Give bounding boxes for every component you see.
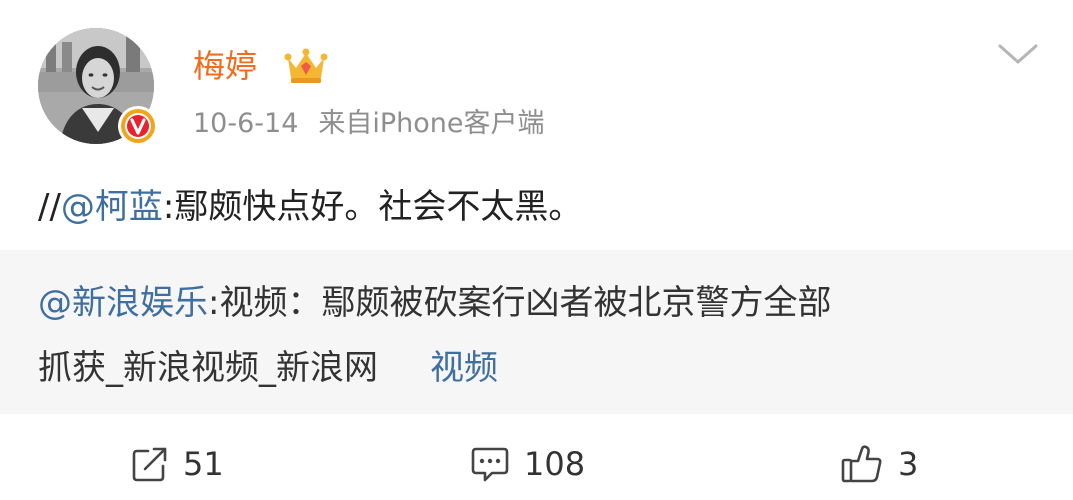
repost-line-2: 抓获_新浪视频_新浪网 视频 xyxy=(38,345,498,391)
repost-line-1: @新浪娱乐:视频：鄢颇被砍案行凶者被北京警方全部 xyxy=(38,280,831,326)
verified-badge xyxy=(118,106,158,146)
vip-crown-icon[interactable] xyxy=(283,44,329,86)
post-body: //@柯蓝:鄢颇快点好。社会不太黑。 xyxy=(38,184,582,230)
post-source: 来自iPhone客户端 xyxy=(318,108,545,139)
action-bar: 51 108 3 xyxy=(0,436,1073,492)
repost-count: 51 xyxy=(183,445,224,483)
repost-prefix: // xyxy=(38,187,61,227)
repost-text-line-1: :视频：鄢颇被砍案行凶者被北京警方全部 xyxy=(208,283,832,323)
comment-count: 108 xyxy=(524,445,586,483)
post-body-text: :鄢颇快点好。社会不太黑。 xyxy=(162,187,583,227)
reposted-content[interactable]: @新浪娱乐:视频：鄢颇被砍案行凶者被北京警方全部 抓获_新浪视频_新浪网 视频 xyxy=(0,250,1073,414)
username[interactable]: 梅婷 xyxy=(193,44,257,88)
weibo-post: 梅婷 10-6-14 来自iPhone客户端 //@柯蓝:鄢颇快点好。社会不太黑。… xyxy=(0,0,1073,500)
repost-text-line-2: 抓获_新浪视频_新浪网 xyxy=(38,348,378,388)
comment-icon xyxy=(471,447,509,482)
post-meta: 10-6-14 来自iPhone客户端 xyxy=(193,105,545,143)
repost-author-mention[interactable]: @新浪娱乐 xyxy=(38,283,208,323)
like-button[interactable]: 3 xyxy=(840,436,918,492)
comment-button[interactable]: 108 xyxy=(470,436,585,492)
thumbs-up-icon xyxy=(841,445,882,483)
share-icon xyxy=(132,447,167,482)
like-count: 3 xyxy=(898,445,919,483)
video-link[interactable]: 视频 xyxy=(430,348,498,388)
repost-button[interactable]: 51 xyxy=(131,436,224,492)
mention-link[interactable]: @柯蓝 xyxy=(61,187,163,227)
post-date[interactable]: 10-6-14 xyxy=(193,108,298,139)
chevron-down-icon[interactable] xyxy=(994,40,1042,68)
verified-v-badge-icon xyxy=(121,109,155,143)
